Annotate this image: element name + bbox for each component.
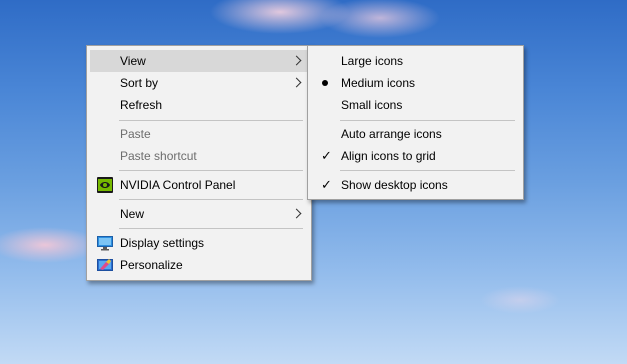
menu-separator: [119, 199, 303, 200]
menu-item-medium-icons[interactable]: Medium icons: [311, 72, 520, 94]
menu-item-refresh[interactable]: Refresh: [90, 94, 308, 116]
nvidia-icon: [97, 177, 113, 193]
menu-item-display-settings[interactable]: Display settings: [90, 232, 308, 254]
menu-item-show-desktop-icons[interactable]: ✓ Show desktop icons: [311, 174, 520, 196]
menu-item-label: NVIDIA Control Panel: [120, 178, 236, 192]
menu-item-auto-arrange-icons[interactable]: Auto arrange icons: [311, 123, 520, 145]
menu-item-sort-by[interactable]: Sort by: [90, 72, 308, 94]
chevron-right-icon: [291, 208, 302, 219]
menu-item-label: Large icons: [341, 54, 404, 68]
chevron-right-icon: [291, 77, 302, 88]
menu-separator: [119, 120, 303, 121]
display-settings-icon: [97, 236, 113, 251]
menu-item-label: Personalize: [120, 258, 183, 272]
menu-item-large-icons[interactable]: Large icons: [311, 50, 520, 72]
menu-item-label: New: [120, 207, 145, 221]
personalize-icon: [97, 259, 113, 271]
menu-item-label: Paste: [120, 127, 151, 141]
menu-item-view[interactable]: View: [90, 50, 308, 72]
desktop-context-menu: View Sort by Refresh Paste Paste shortcu…: [86, 45, 312, 281]
checkmark-icon: ✓: [321, 177, 332, 192]
menu-separator: [340, 120, 515, 121]
radio-bullet-icon: [322, 80, 328, 86]
menu-item-label: Display settings: [120, 236, 205, 250]
menu-separator: [119, 170, 303, 171]
menu-item-align-icons-to-grid[interactable]: ✓ Align icons to grid: [311, 145, 520, 167]
checkmark-icon: ✓: [321, 148, 332, 163]
menu-separator: [119, 228, 303, 229]
menu-item-paste-shortcut[interactable]: Paste shortcut: [90, 145, 308, 167]
menu-item-label: Show desktop icons: [341, 178, 448, 192]
chevron-right-icon: [291, 55, 302, 66]
menu-item-small-icons[interactable]: Small icons: [311, 94, 520, 116]
menu-item-paste[interactable]: Paste: [90, 123, 308, 145]
menu-separator: [340, 170, 515, 171]
menu-item-personalize[interactable]: Personalize: [90, 254, 308, 276]
menu-item-label: Paste shortcut: [120, 149, 197, 163]
view-submenu: Large icons Medium icons Small icons Aut…: [307, 45, 524, 200]
menu-item-label: View: [120, 54, 146, 68]
menu-item-label: Small icons: [341, 98, 403, 112]
menu-item-nvidia-control-panel[interactable]: NVIDIA Control Panel: [90, 174, 308, 196]
menu-item-label: Sort by: [120, 76, 159, 90]
menu-item-label: Align icons to grid: [341, 149, 436, 163]
menu-item-new[interactable]: New: [90, 203, 308, 225]
menu-item-label: Refresh: [120, 98, 163, 112]
menu-item-label: Medium icons: [341, 76, 416, 90]
menu-item-label: Auto arrange icons: [341, 127, 442, 141]
